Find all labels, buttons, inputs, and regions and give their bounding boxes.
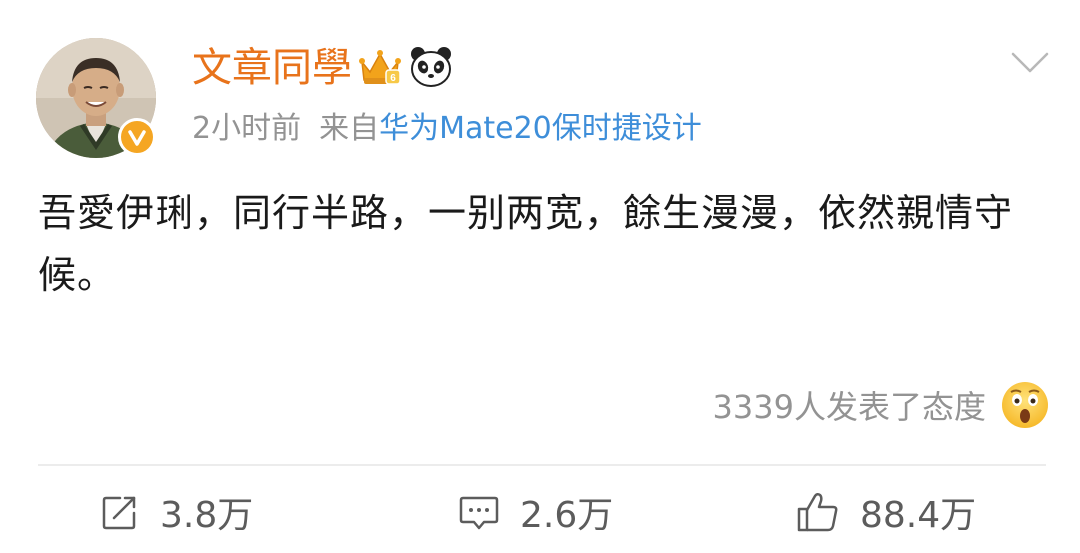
verified-badge-icon [118, 118, 156, 156]
like-count: 88.4万 [860, 495, 977, 536]
username[interactable]: 文章同學 [192, 38, 352, 98]
chevron-down-icon[interactable] [1010, 50, 1050, 76]
wow-emoji-icon[interactable] [1000, 380, 1050, 430]
like-button[interactable]: 88.4万 [796, 480, 976, 544]
repost-icon [102, 496, 136, 530]
post-time: 2小时前 [192, 111, 302, 146]
crown-icon: 6 [359, 50, 401, 85]
from-label: 来自 [319, 111, 380, 146]
weibo-post-card: 文章同學 6 2小时前 来自华为Mate20保时捷设计 吾愛伊琍，同行半路，一别两… [0, 0, 1080, 553]
repost-count: 3.8万 [160, 495, 254, 536]
source-device-link[interactable]: 华为Mate20保时捷设计 [379, 111, 702, 146]
attitude-count[interactable]: 3339人发表了态度 [713, 382, 986, 432]
repost-button[interactable]: 3.8万 [100, 480, 253, 544]
thumbs-up-icon [797, 492, 838, 532]
divider [38, 464, 1046, 466]
panda-icon [411, 47, 451, 87]
post-content: 吾愛伊琍，同行半路，一别两宽，餘生漫漫，依然親情守候。 [38, 191, 1014, 297]
svg-text:6: 6 [390, 73, 396, 84]
post-meta: 2小时前 来自华为Mate20保时捷设计 [192, 104, 702, 154]
comment-button[interactable]: 2.6万 [458, 480, 613, 544]
comment-count: 2.6万 [520, 495, 614, 536]
comment-icon [459, 496, 499, 530]
